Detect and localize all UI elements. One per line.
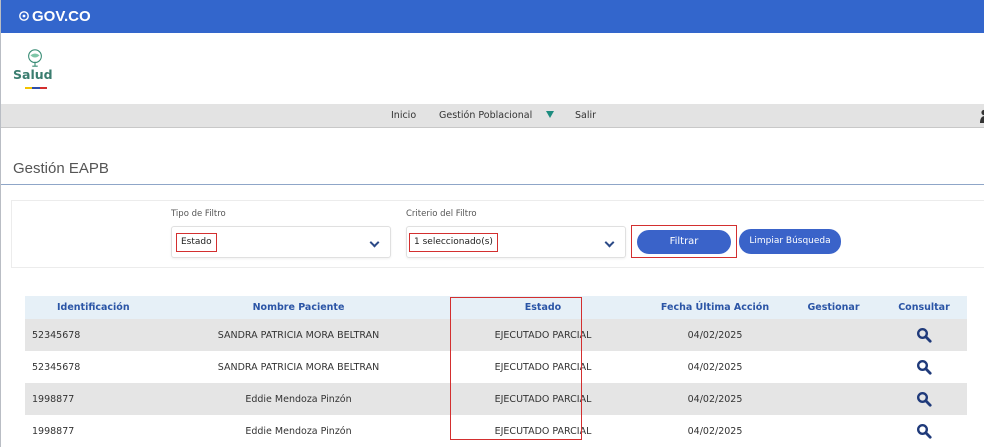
cell-nombre-paciente: Eddie Mendoza Pinzón bbox=[245, 393, 352, 405]
cell-consultar bbox=[881, 319, 967, 351]
cell-gestionar[interactable] bbox=[786, 351, 881, 383]
cell-nombre-paciente: SANDRA PATRICIA MORA BELTRAN bbox=[217, 361, 380, 373]
brand-logo[interactable]: Salud bbox=[13, 44, 63, 94]
criterio-filtro-value: 1 seleccionado(s) bbox=[409, 233, 498, 252]
cell-nombre-paciente: Eddie Mendoza Pinzón bbox=[245, 425, 352, 437]
column-header-consultar[interactable]: Consultar bbox=[881, 296, 967, 319]
criterio-filtro-label: Criterio del Filtro bbox=[406, 209, 477, 219]
column-header-fecha[interactable]: Fecha Última Acción bbox=[644, 296, 786, 319]
nav-item-salir[interactable]: Salir bbox=[575, 110, 596, 121]
cell-fecha: 04/02/2025 bbox=[687, 393, 743, 405]
gov-logo-text: GOV.CO bbox=[32, 8, 91, 25]
nav-item-inicio[interactable]: Inicio bbox=[391, 110, 416, 121]
chevron-down-icon bbox=[604, 237, 615, 248]
nav-bar: Inicio Gestión Poblacional Salir bbox=[1, 104, 984, 128]
table-header-row: Identificación Nombre Paciente Estado Fe… bbox=[25, 296, 967, 319]
flag-stripe bbox=[25, 87, 47, 89]
salud-emblem-icon bbox=[28, 49, 42, 67]
chevron-down-icon bbox=[369, 237, 380, 248]
table-row[interactable]: 52345678 SANDRA PATRICIA MORA BELTRAN EJ… bbox=[25, 319, 967, 351]
cell-estado: EJECUTADO PARCIAL bbox=[494, 361, 592, 373]
tipo-filtro-label: Tipo de Filtro bbox=[171, 209, 226, 219]
cell-identificacion: 1998877 bbox=[32, 393, 75, 405]
title-divider bbox=[1, 184, 984, 185]
cell-fecha: 04/02/2025 bbox=[687, 425, 743, 437]
cell-nombre-paciente: SANDRA PATRICIA MORA BELTRAN bbox=[217, 329, 380, 341]
criterio-filtro-select[interactable]: 1 seleccionado(s) bbox=[406, 226, 626, 258]
user-icon[interactable] bbox=[979, 109, 984, 123]
limpiar-busqueda-button[interactable]: Limpiar Búsqueda bbox=[739, 229, 841, 254]
table-row[interactable]: 52345678 SANDRA PATRICIA MORA BELTRAN EJ… bbox=[25, 351, 967, 383]
column-header-estado[interactable]: Estado bbox=[442, 296, 644, 319]
search-icon[interactable] bbox=[916, 359, 932, 375]
cell-consultar bbox=[881, 415, 967, 447]
nav-item-gestion-poblacional[interactable]: Gestión Poblacional bbox=[439, 110, 532, 121]
tipo-filtro-select[interactable]: Estado bbox=[171, 226, 391, 258]
cell-identificacion: 52345678 bbox=[32, 361, 81, 373]
column-header-identificacion[interactable]: Identificación bbox=[25, 296, 155, 319]
column-header-nombre-paciente[interactable]: Nombre Paciente bbox=[155, 296, 442, 319]
tipo-filtro-value: Estado bbox=[176, 233, 217, 252]
cell-gestionar[interactable] bbox=[786, 415, 881, 447]
cell-fecha: 04/02/2025 bbox=[687, 329, 743, 341]
cell-identificacion: 52345678 bbox=[32, 329, 81, 341]
search-icon[interactable] bbox=[916, 391, 932, 407]
search-icon[interactable] bbox=[916, 423, 932, 439]
cell-estado: EJECUTADO PARCIAL bbox=[494, 393, 592, 405]
cell-consultar bbox=[881, 383, 967, 415]
page-title: Gestión EAPB bbox=[13, 160, 109, 177]
column-header-gestionar[interactable]: Gestionar bbox=[786, 296, 881, 319]
cell-consultar bbox=[881, 351, 967, 383]
gov-logo[interactable]: GOV.CO bbox=[19, 8, 91, 25]
gov-bar: GOV.CO bbox=[1, 0, 984, 33]
results-table: Identificación Nombre Paciente Estado Fe… bbox=[25, 296, 967, 447]
cell-estado: EJECUTADO PARCIAL bbox=[494, 329, 592, 341]
table-row[interactable]: 1998877 Eddie Mendoza Pinzón EJECUTADO P… bbox=[25, 383, 967, 415]
cell-gestionar[interactable] bbox=[786, 319, 881, 351]
cell-gestionar[interactable] bbox=[786, 383, 881, 415]
caret-down-icon[interactable] bbox=[546, 111, 554, 118]
cell-estado: EJECUTADO PARCIAL bbox=[494, 425, 592, 437]
filtrar-button[interactable]: Filtrar bbox=[637, 230, 731, 254]
cell-identificacion: 1998877 bbox=[32, 425, 75, 437]
page: GOV.CO Salud Inicio Gestión Poblacional … bbox=[0, 0, 984, 447]
search-icon[interactable] bbox=[916, 327, 932, 343]
table-row[interactable]: 1998877 Eddie Mendoza Pinzón EJECUTADO P… bbox=[25, 415, 967, 447]
gov-shield-icon bbox=[19, 11, 29, 21]
cell-fecha: 04/02/2025 bbox=[687, 361, 743, 373]
brand-name: Salud bbox=[13, 67, 53, 82]
